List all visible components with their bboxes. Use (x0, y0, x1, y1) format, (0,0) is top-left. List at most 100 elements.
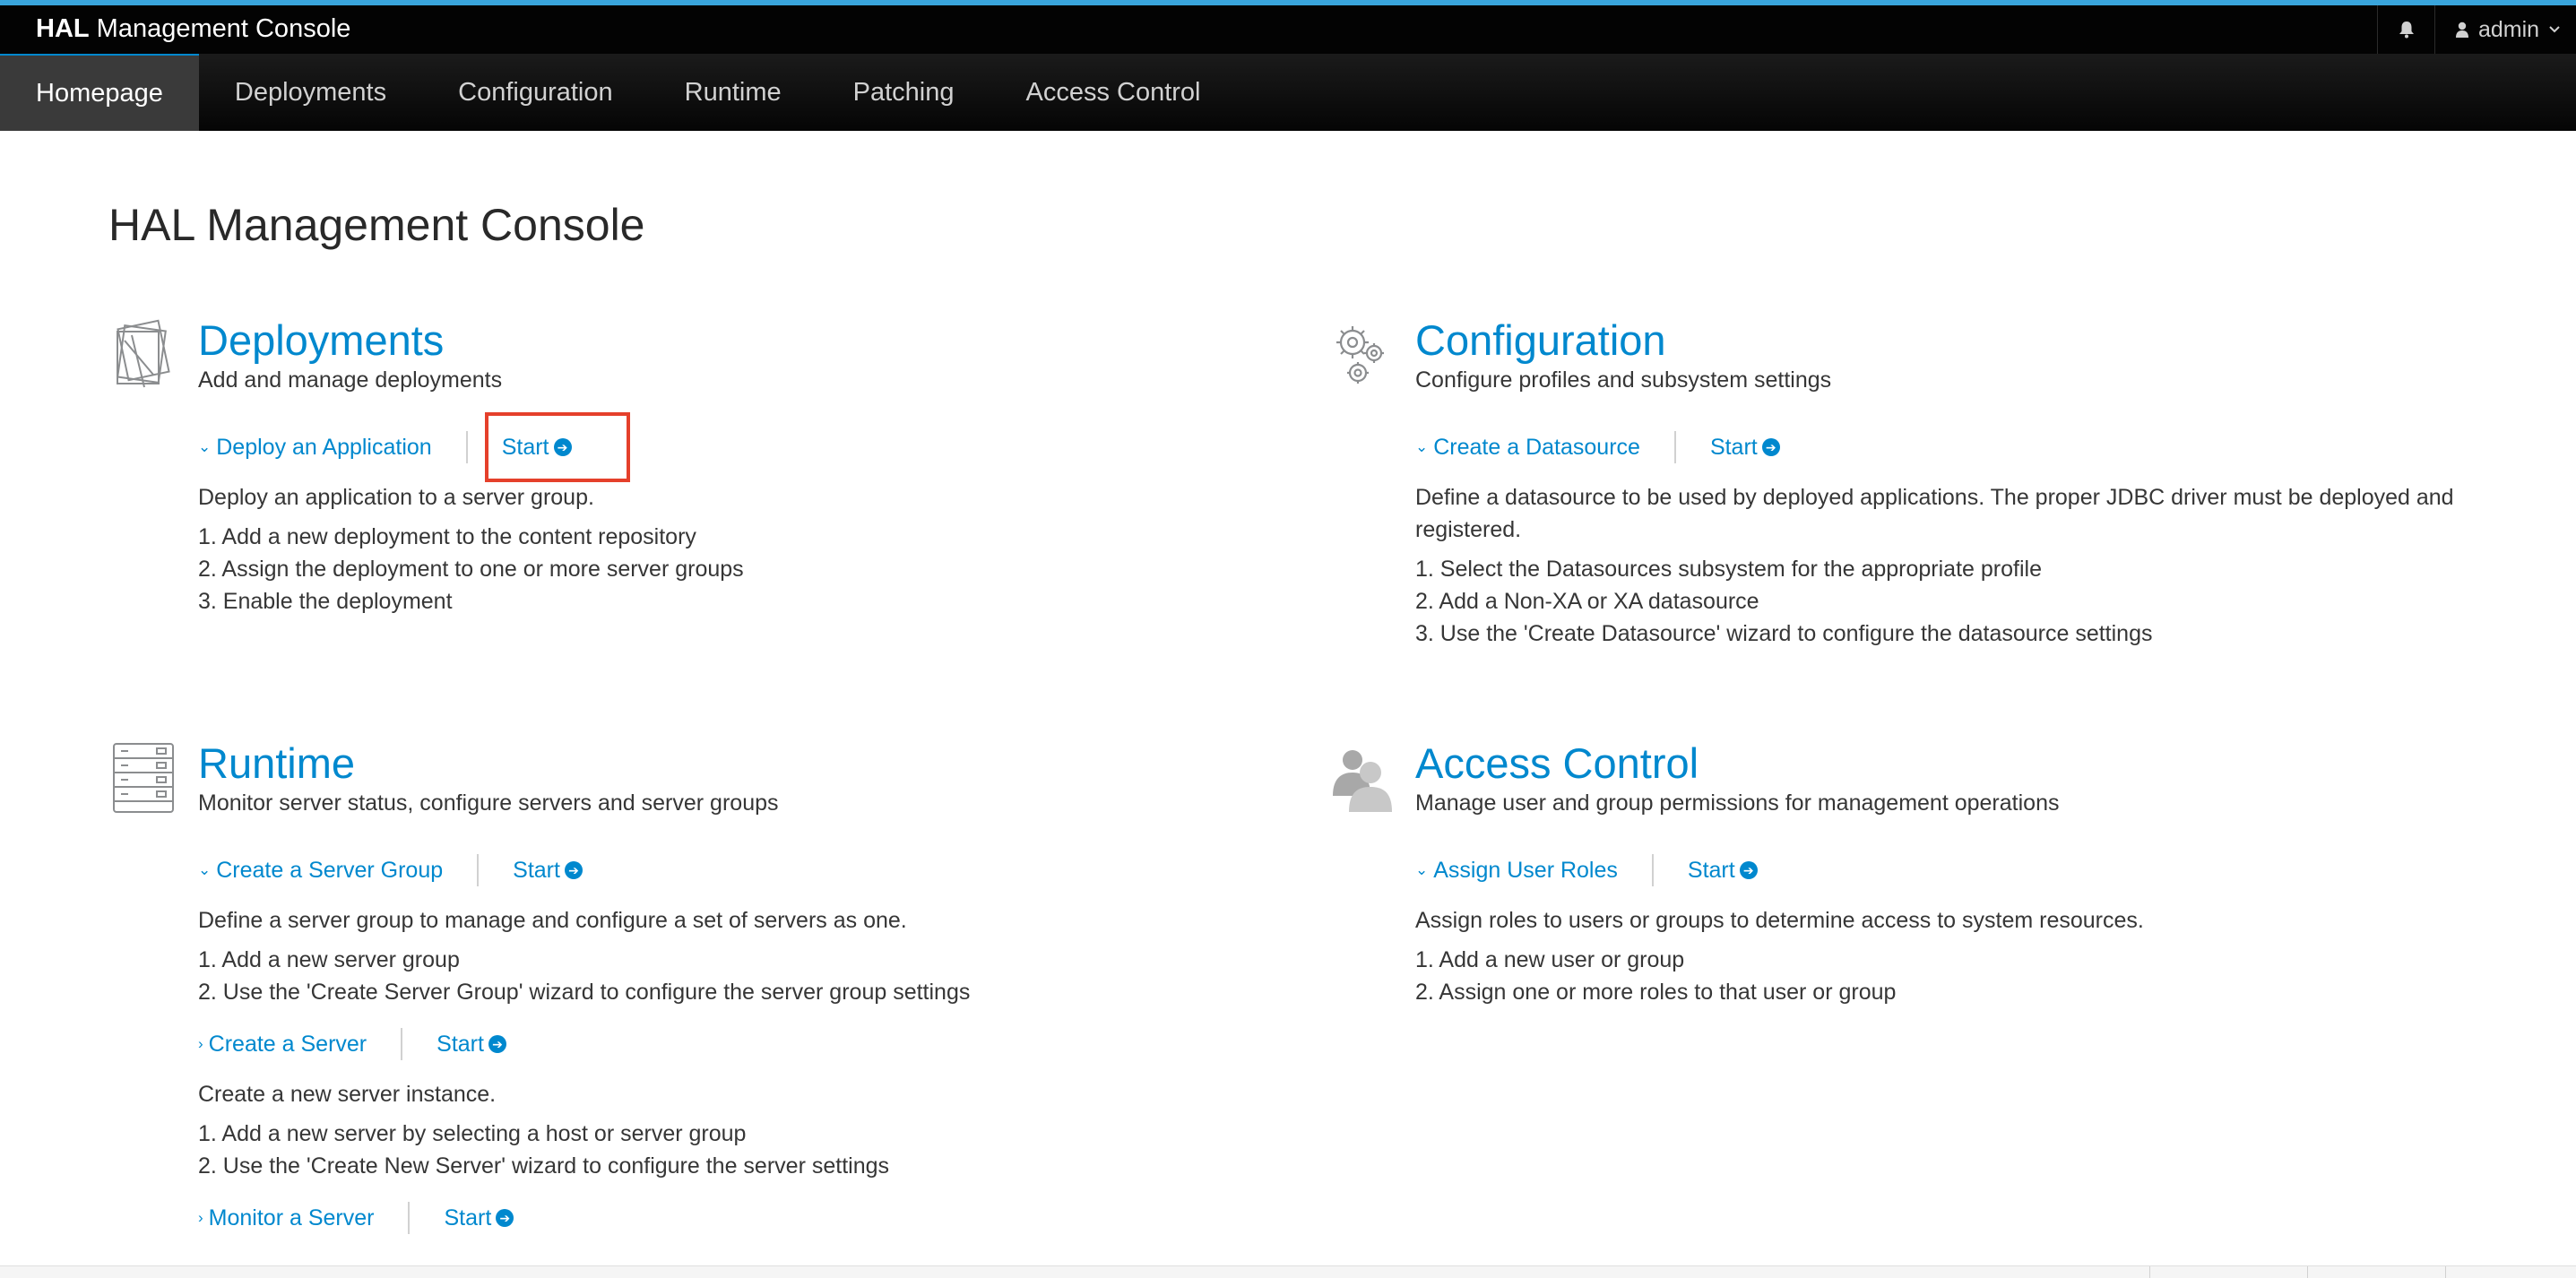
step-item: 3. Enable the deployment (198, 589, 453, 614)
assign-user-roles-steps: 1. Add a new user or group 2. Assign one… (1415, 944, 2518, 1008)
step-item: 1. Add a new user or group (1415, 947, 1685, 972)
assign-user-roles-start-button[interactable]: Start ➔ (1688, 858, 1758, 884)
create-server-group-steps: 1. Add a new server group 2. Use the 'Cr… (198, 944, 1301, 1008)
footer-divider (2307, 1266, 2308, 1278)
create-server-link[interactable]: › Create a Server (198, 1032, 367, 1058)
start-label: Start (1687, 857, 1735, 883)
start-label: Start (1709, 434, 1758, 460)
start-label: Start (501, 434, 549, 460)
configuration-title[interactable]: Configuration (1415, 317, 2518, 364)
deployments-stack-icon (117, 319, 170, 388)
nav-patching[interactable]: Patching (817, 54, 990, 131)
gears-icon (1336, 326, 1384, 384)
create-datasource-label: Create a Datasource (1433, 434, 1640, 460)
arrow-circle-right-icon: ➔ (564, 861, 583, 879)
chevron-down-icon: ⌄ (198, 438, 212, 455)
deploy-application-row: ⌄ Deploy an Application Start ➔ (198, 431, 1301, 463)
chevron-down-icon (2549, 26, 2560, 33)
create-server-steps: 1. Add a new server by selecting a host … (198, 1118, 1301, 1182)
create-server-group-description: Define a server group to manage and conf… (198, 908, 907, 933)
create-datasource-link[interactable]: ⌄ Create a Datasource (1415, 435, 1640, 461)
arrow-circle-right-icon: ➔ (1739, 861, 1758, 879)
users-icon (1333, 750, 1392, 812)
user-icon (2456, 22, 2468, 38)
nav-deployments[interactable]: Deployments (199, 54, 422, 131)
nav-configuration[interactable]: Configuration (422, 54, 649, 131)
step-item: 3. Use the 'Create Datasource' wizard to… (1415, 621, 2153, 646)
configuration-body: Configuration Configure profiles and sub… (1415, 317, 2518, 650)
deploy-application-steps: 1. Add a new deployment to the content r… (198, 521, 1301, 617)
step-item: 2. Use the 'Create New Server' wizard to… (198, 1153, 889, 1179)
arrow-circle-right-icon: ➔ (1761, 438, 1780, 456)
action-divider (465, 431, 468, 463)
masthead: HAL Management Console admin (0, 0, 2576, 54)
access-control-body: Access Control Manage user and group per… (1415, 740, 2518, 1008)
monitor-server-label: Monitor a Server (208, 1205, 375, 1231)
deploy-application-link[interactable]: ⌄ Deploy an Application (198, 435, 432, 461)
footer-divider (2445, 1266, 2446, 1278)
action-divider (477, 854, 480, 886)
assign-user-roles-description: Assign roles to users or groups to deter… (1415, 908, 2144, 933)
create-server-group-link[interactable]: ⌄ Create a Server Group (198, 858, 443, 884)
assign-user-roles-row: ⌄ Assign User Roles Start ➔ (1415, 854, 2518, 886)
arrow-circle-right-icon: ➔ (553, 438, 572, 456)
arrow-circle-right-icon: ➔ (488, 1035, 506, 1053)
runtime-subtitle: Monitor server status, configure servers… (198, 790, 779, 816)
nav-runtime[interactable]: Runtime (649, 54, 817, 131)
brand-rest: Management Console (89, 14, 351, 43)
monitor-server-row: › Monitor a Server Start ➔ (198, 1202, 1301, 1234)
step-item: 1. Add a new server by selecting a host … (198, 1121, 747, 1146)
step-item: 2. Assign the deployment to one or more … (198, 557, 744, 582)
access-control-subtitle: Manage user and group permissions for ma… (1415, 790, 2060, 816)
create-datasource-row: ⌄ Create a Datasource Start ➔ (1415, 431, 2518, 463)
deploy-application-label: Deploy an Application (216, 434, 432, 460)
monitor-server-link[interactable]: › Monitor a Server (198, 1205, 374, 1231)
brand-title[interactable]: HAL Management Console (36, 14, 350, 44)
arrow-circle-right-icon: ➔ (496, 1209, 514, 1227)
start-label: Start (513, 857, 560, 883)
main-nav: Homepage Deployments Configuration Runti… (0, 54, 2576, 131)
access-control-title[interactable]: Access Control (1415, 740, 2518, 787)
create-datasource-steps: 1. Select the Datasources subsystem for … (1415, 553, 2518, 650)
deploy-application-start-button[interactable]: Start ➔ (502, 435, 572, 461)
start-label: Start (444, 1205, 492, 1231)
nav-homepage[interactable]: Homepage (0, 54, 199, 131)
create-server-label: Create a Server (208, 1031, 367, 1057)
create-datasource-start-button[interactable]: Start ➔ (1710, 435, 1780, 461)
chevron-right-icon: › (198, 1209, 203, 1226)
runtime-body: Runtime Monitor server status, configure… (198, 740, 1301, 1234)
action-divider (1673, 431, 1676, 463)
step-item: 2. Use the 'Create Server Group' wizard … (198, 980, 971, 1005)
runtime-title[interactable]: Runtime (198, 740, 1301, 787)
create-server-start-button[interactable]: Start ➔ (437, 1032, 506, 1058)
start-label: Start (437, 1031, 484, 1057)
deployments-subtitle: Add and manage deployments (198, 367, 503, 393)
create-server-description: Create a new server instance. (198, 1082, 497, 1107)
create-server-group-row: ⌄ Create a Server Group Start ➔ (198, 854, 1301, 886)
notifications-button[interactable] (2377, 5, 2434, 54)
monitor-server-start-button[interactable]: Start ➔ (444, 1205, 514, 1231)
create-server-group-start-button[interactable]: Start ➔ (513, 858, 583, 884)
deployments-title[interactable]: Deployments (198, 317, 1301, 364)
action-divider (408, 1202, 411, 1234)
action-divider (401, 1028, 403, 1060)
footer-bar (0, 1265, 2576, 1278)
create-server-group-label: Create a Server Group (216, 857, 444, 883)
assign-user-roles-link[interactable]: ⌄ Assign User Roles (1415, 858, 1618, 884)
user-menu[interactable]: admin (2434, 5, 2576, 54)
deployments-body: Deployments Add and manage deployments ⌄… (198, 317, 1301, 617)
assign-user-roles-label: Assign User Roles (1433, 857, 1618, 883)
bell-icon (2399, 22, 2414, 39)
action-divider (1651, 854, 1654, 886)
scroll-fade (0, 1242, 2576, 1265)
nav-access-control[interactable]: Access Control (990, 54, 1236, 131)
step-item: 1. Add a new server group (198, 947, 460, 972)
server-rack-icon (113, 743, 174, 813)
step-item: 1. Add a new deployment to the content r… (198, 524, 696, 549)
step-item: 1. Select the Datasources subsystem for … (1415, 557, 2042, 582)
chevron-down-icon: ⌄ (1415, 861, 1429, 878)
configuration-subtitle: Configure profiles and subsystem setting… (1415, 367, 1832, 393)
page-title: HAL Management Console (108, 200, 645, 250)
chevron-down-icon: ⌄ (1415, 438, 1429, 455)
brand-bold: HAL (36, 14, 90, 43)
